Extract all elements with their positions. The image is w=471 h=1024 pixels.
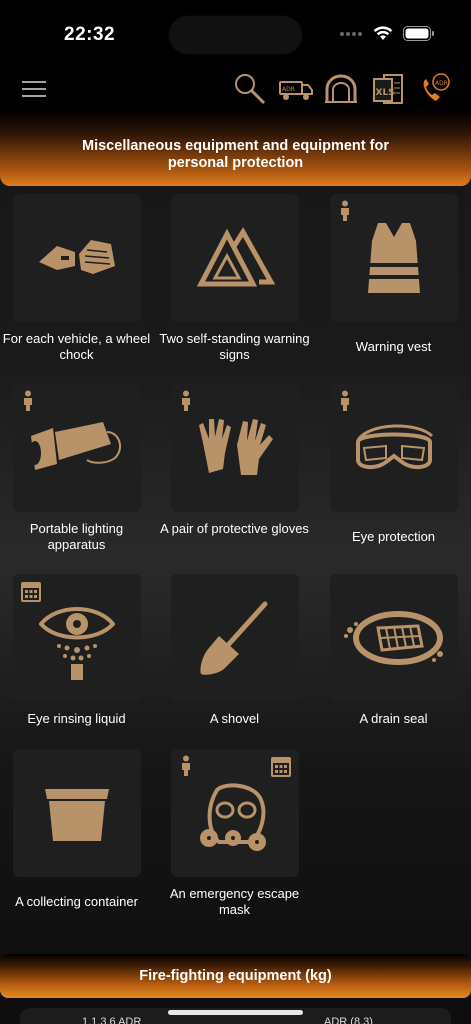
menu-icon <box>22 81 46 83</box>
calendar-icon <box>271 757 291 777</box>
svg-text:ADR: ADR <box>282 86 295 93</box>
tile-label: A pair of protective gloves <box>160 521 309 536</box>
eye-rinse-icon <box>39 607 115 680</box>
home-indicator[interactable] <box>168 1010 303 1015</box>
tunnel-icon <box>325 74 357 103</box>
shovel-icon <box>200 601 268 675</box>
status-icons <box>339 26 435 41</box>
calendar-icon <box>21 582 41 602</box>
truck-icon: ADR <box>279 81 313 100</box>
tile-label: Eye protection <box>351 529 436 544</box>
wheel-chock-icon <box>39 240 115 274</box>
container-icon <box>45 789 109 841</box>
svg-text:ADR: ADR <box>435 80 448 87</box>
person-icon <box>341 390 349 411</box>
truck-button[interactable]: ADR <box>278 76 314 102</box>
bottom-tab-2[interactable]: ADR (8.3) <box>324 1016 373 1024</box>
section-title: Fire-fighting equipment (kg) <box>139 967 332 984</box>
warning-vest-icon <box>368 223 420 293</box>
nav-bar: ADR XLS ADR <box>0 70 471 110</box>
warning-triangle-icon <box>196 227 276 287</box>
signal-icon <box>340 31 362 36</box>
flashlight-icon <box>29 422 122 470</box>
xls-icon: XLS <box>373 74 403 104</box>
tile-label: A drain seal <box>359 711 428 726</box>
tile-label: For each vehicle, a wheel chock <box>2 331 151 362</box>
tile-label: A collecting container <box>15 894 138 909</box>
tile-label: Eye rinsing liquid <box>27 711 126 726</box>
gloves-icon <box>199 419 273 475</box>
adr-phone-button[interactable]: ADR <box>418 73 450 107</box>
person-icon <box>182 755 190 776</box>
section-header-equipment[interactable]: Miscellaneous equipment and equipment fo… <box>0 110 471 186</box>
tunnel-button[interactable] <box>324 73 358 105</box>
person-icon <box>24 390 32 411</box>
person-icon <box>182 390 190 411</box>
section-header-fire-fighting[interactable]: Fire-fighting equipment (kg) <box>0 954 471 998</box>
adr-phone-icon: ADR <box>423 73 450 101</box>
status-time: 22:32 <box>64 24 116 45</box>
person-icon <box>341 200 349 221</box>
section-title: Miscellaneous equipment and equipment fo… <box>82 138 389 171</box>
search-button[interactable] <box>232 72 268 108</box>
drain-seal-icon <box>344 611 443 665</box>
battery-icon <box>403 26 434 41</box>
svg-text:XLS: XLS <box>376 88 395 98</box>
search-icon <box>235 74 266 105</box>
dynamic-island <box>168 15 303 55</box>
tile-label: Warning vest <box>355 339 432 354</box>
xls-button[interactable]: XLS <box>372 73 404 107</box>
tile-label: A shovel <box>209 711 260 726</box>
goggles-icon <box>356 424 434 469</box>
bottom-tab-1[interactable]: 1.1.3.6 ADR <box>82 1016 141 1024</box>
menu-button[interactable] <box>22 78 50 100</box>
tile-label: An emergency escape mask <box>169 886 300 917</box>
wifi-icon <box>373 26 393 40</box>
status-bar: 22:32 <box>0 0 471 70</box>
tile-label: Portable lighting apparatus <box>29 521 124 552</box>
tile-label: Two self-standing warning signs <box>159 331 310 362</box>
gas-mask-icon <box>200 783 266 851</box>
